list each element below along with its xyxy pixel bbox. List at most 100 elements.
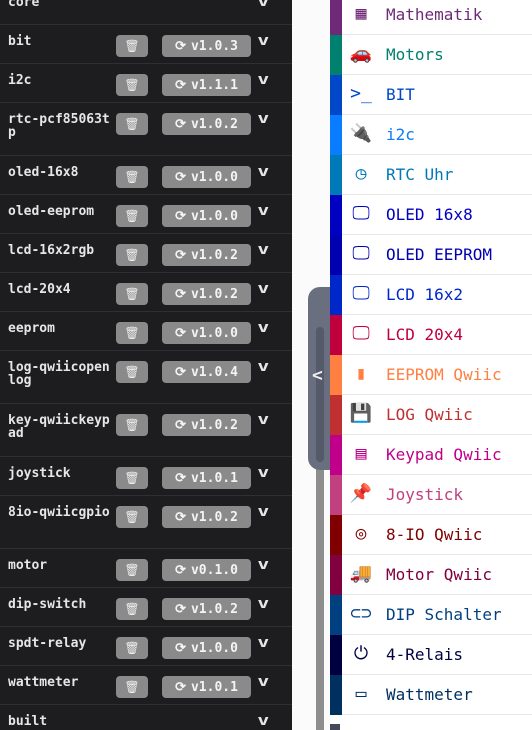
chevron-down-icon[interactable]: v bbox=[257, 359, 269, 375]
category-log-qwiic[interactable]: 💾 LOG Qwiic bbox=[330, 395, 532, 435]
category-label: EEPROM Qwiic bbox=[386, 365, 502, 384]
chevron-down-icon[interactable]: v bbox=[257, 504, 269, 520]
delete-button[interactable]: 🗑 bbox=[116, 467, 148, 489]
category-4-relais[interactable]: ⏻ 4-Relais bbox=[330, 635, 532, 675]
category-label: LCD 16x2 bbox=[386, 285, 464, 304]
version-label: v1.0.2 bbox=[190, 286, 238, 302]
category-color-bar bbox=[330, 155, 342, 195]
delete-button[interactable]: 🗑 bbox=[116, 676, 148, 698]
update-button[interactable]: ⟳ v1.0.2 bbox=[162, 244, 251, 266]
chevron-down-icon[interactable]: v bbox=[257, 281, 269, 297]
pushpin-icon: 📌 bbox=[349, 483, 373, 504]
category-motors[interactable]: 🚗 Motors bbox=[330, 35, 532, 75]
update-button[interactable]: ⟳ v1.0.2 bbox=[162, 113, 251, 135]
version-label: v1.0.2 bbox=[190, 509, 238, 525]
delete-button[interactable]: 🗑 bbox=[116, 74, 148, 96]
update-button[interactable]: ⟳ v1.1.1 bbox=[162, 74, 251, 96]
category-keypad-qwiic[interactable]: ▤ Keypad Qwiic bbox=[330, 435, 532, 475]
chevron-down-icon[interactable]: v bbox=[257, 412, 269, 428]
chevron-down-icon[interactable]: v bbox=[257, 320, 269, 336]
extension-row: core v bbox=[0, 0, 292, 25]
extension-row: key-qwiickeypad 🗑 ⟳ v1.0.2 v bbox=[0, 404, 292, 457]
update-button[interactable]: ⟳ v1.0.1 bbox=[162, 467, 251, 489]
delete-button[interactable]: 🗑 bbox=[116, 283, 148, 305]
category-i2c[interactable]: 🔌 i2c bbox=[330, 115, 532, 155]
category-rtc-uhr[interactable]: ◷ RTC Uhr bbox=[330, 155, 532, 195]
category-label: Mathematik bbox=[386, 5, 483, 24]
version-label: v1.0.0 bbox=[190, 169, 238, 185]
category-motor-qwiic[interactable]: 🚚 Motor Qwiic bbox=[330, 555, 532, 595]
update-button[interactable]: ⟳ v1.0.2 bbox=[162, 598, 251, 620]
update-button[interactable]: ⟳ v1.0.1 bbox=[162, 676, 251, 698]
delete-button[interactable]: 🗑 bbox=[116, 598, 148, 620]
category-wattmeter[interactable]: ▭ Wattmeter bbox=[330, 675, 532, 715]
delete-button[interactable]: 🗑 bbox=[116, 637, 148, 659]
chevron-down-icon[interactable]: v bbox=[257, 596, 269, 612]
category-oled-16x8[interactable]: 🖵 OLED 16x8 bbox=[330, 195, 532, 235]
category-oled-eeprom[interactable]: 🖵 OLED EEPROM bbox=[330, 235, 532, 275]
chevron-down-icon[interactable]: v bbox=[257, 635, 269, 651]
extension-name: wattmeter bbox=[8, 675, 79, 690]
collapse-panel-handle[interactable]: < bbox=[308, 287, 330, 470]
trash-icon: 🗑 bbox=[124, 248, 140, 262]
update-button[interactable]: ⟳ v1.0.0 bbox=[162, 322, 251, 344]
delete-button[interactable]: 🗑 bbox=[116, 414, 148, 436]
category-lcd-16x2[interactable]: 🖵 LCD 16x2 bbox=[330, 275, 532, 315]
category-joystick[interactable]: 📌 Joystick bbox=[330, 475, 532, 515]
extension-name: lcd-20x4 bbox=[8, 282, 71, 297]
chevron-down-icon[interactable]: v bbox=[257, 674, 269, 690]
refresh-icon: ⟳ bbox=[175, 364, 186, 380]
delete-button[interactable]: 🗑 bbox=[116, 166, 148, 188]
scrollbar-thumb[interactable] bbox=[316, 327, 324, 462]
version-label: v1.0.1 bbox=[190, 679, 238, 695]
update-button[interactable]: ⟳ v1.0.2 bbox=[162, 283, 251, 305]
delete-button[interactable]: 🗑 bbox=[116, 361, 148, 383]
category-mathematik[interactable]: ▦ Mathematik bbox=[330, 0, 532, 35]
category-color-bar bbox=[330, 0, 342, 35]
update-button[interactable]: ⟳ v1.0.4 bbox=[162, 361, 251, 383]
update-button[interactable]: ⟳ v1.0.0 bbox=[162, 166, 251, 188]
chevron-down-icon[interactable]: v bbox=[257, 465, 269, 481]
extension-row: 8io-qwiicgpio 🗑 ⟳ v1.0.2 v bbox=[0, 496, 292, 549]
extension-name: i2c bbox=[8, 73, 32, 88]
extension-row: motor 🗑 ⟳ v0.1.0 v bbox=[0, 549, 292, 588]
delete-button[interactable]: 🗑 bbox=[116, 506, 148, 528]
category-lcd-20x4[interactable]: 🖵 LCD 20x4 bbox=[330, 315, 532, 355]
refresh-icon: ⟳ bbox=[175, 417, 186, 433]
update-button[interactable]: ⟳ v1.0.2 bbox=[162, 506, 251, 528]
category-color-bar bbox=[330, 235, 342, 275]
chevron-down-icon[interactable]: v bbox=[257, 0, 269, 10]
update-button[interactable]: ⟳ v0.1.0 bbox=[162, 559, 251, 581]
delete-button[interactable]: 🗑 bbox=[116, 559, 148, 581]
delete-button[interactable]: 🗑 bbox=[116, 244, 148, 266]
monitor-icon: 🖵 bbox=[352, 283, 370, 304]
delete-button[interactable]: 🗑 bbox=[116, 205, 148, 227]
delete-button[interactable]: 🗑 bbox=[116, 113, 148, 135]
chevron-down-icon[interactable]: v bbox=[257, 33, 269, 49]
chevron-down-icon[interactable]: v bbox=[257, 242, 269, 258]
category-eeprom-qwiic[interactable]: ▮ EEPROM Qwiic bbox=[330, 355, 532, 395]
update-button[interactable]: ⟳ v1.0.0 bbox=[162, 205, 251, 227]
version-label: v1.1.1 bbox=[190, 77, 238, 93]
refresh-icon: ⟳ bbox=[175, 286, 186, 302]
category-8-io-qwiic[interactable]: ◎ 8-IO Qwiic bbox=[330, 515, 532, 555]
refresh-icon: ⟳ bbox=[175, 640, 186, 656]
chevron-down-icon[interactable]: v bbox=[257, 713, 269, 729]
category-dip-schalter[interactable]: ⊂⊃ DIP Schalter bbox=[330, 595, 532, 635]
delete-button[interactable]: 🗑 bbox=[116, 35, 148, 57]
chevron-down-icon[interactable]: v bbox=[257, 72, 269, 88]
bullseye-icon: ◎ bbox=[355, 523, 367, 544]
chevron-down-icon[interactable]: v bbox=[257, 111, 269, 127]
update-button[interactable]: ⟳ v1.0.3 bbox=[162, 35, 251, 57]
chevron-down-icon[interactable]: v bbox=[257, 203, 269, 219]
chevron-down-icon[interactable]: v bbox=[257, 164, 269, 180]
chevron-down-icon[interactable]: v bbox=[257, 557, 269, 573]
category-color-bar bbox=[330, 275, 342, 315]
truck-icon: 🚚 bbox=[349, 563, 373, 584]
update-button[interactable]: ⟳ v1.0.0 bbox=[162, 637, 251, 659]
extension-name: spdt-relay bbox=[8, 636, 87, 651]
delete-button[interactable]: 🗑 bbox=[116, 322, 148, 344]
update-button[interactable]: ⟳ v1.0.2 bbox=[162, 414, 251, 436]
car-icon: 🚗 bbox=[349, 43, 373, 64]
category-bit[interactable]: >_ BIT bbox=[330, 75, 532, 115]
